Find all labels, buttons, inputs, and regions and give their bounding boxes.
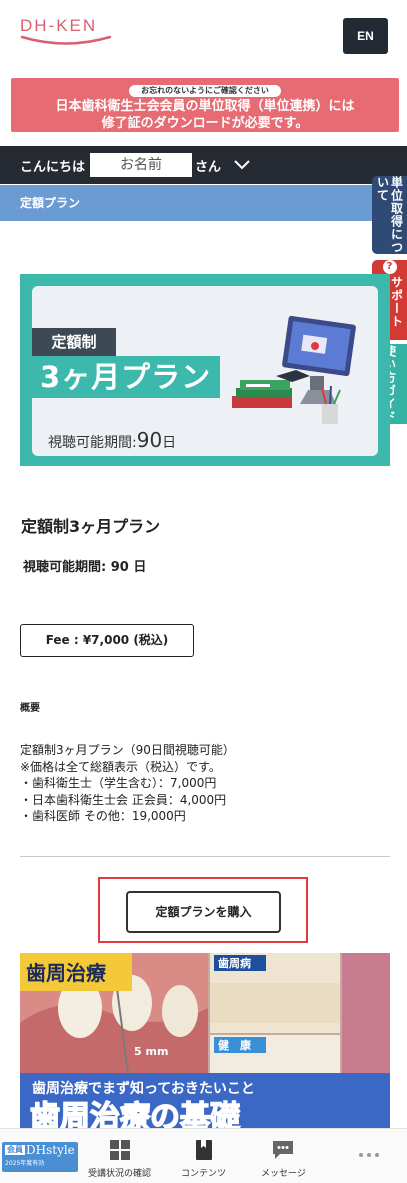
badge-note: 2025年度有効 — [5, 1160, 45, 1167]
greeting-suffix: さん — [195, 159, 222, 175]
app-header: DH-KEN EN — [0, 0, 407, 70]
dh-ken-logo[interactable]: DH-KEN — [20, 16, 120, 48]
fee-badge: Fee : ¥7,000 (税込) — [20, 624, 194, 657]
periodontal-course-promo-image[interactable]: 5 mm 歯周治療 歯周病 健 康 歯周治療でまず知っておきたいこと 歯周治療の… — [20, 953, 390, 1128]
overview-line: 定額制3ヶ月プラン（90日間視聴可能） — [20, 743, 235, 757]
grid-icon — [109, 1140, 130, 1160]
promo-subtitle: 歯周治療でまず知っておきたいこと — [32, 1080, 255, 1097]
chat-icon — [273, 1141, 294, 1159]
divider — [20, 856, 390, 857]
promo-title: 歯周治療の基礎 — [30, 1100, 240, 1128]
nav-item-label: メッセージ — [261, 1169, 306, 1179]
bottom-navigation: 会員 DHstyle 2025年度有効 受講状況の確認 コンテンツ メッセージ — [0, 1128, 407, 1183]
plan-banner-image: 定額制 3ヶ月プラン 視聴可能期間:90日 — [20, 274, 390, 466]
plan-title: 定額制3ヶ月プラン — [21, 517, 161, 536]
nav-item-messages[interactable]: メッセージ — [261, 1139, 306, 1179]
user-name-field: お名前 — [90, 153, 193, 177]
nav-item-contents[interactable]: コンテンツ — [181, 1139, 226, 1179]
notice-line-1: 日本歯科衛生士会会員の単位取得（単位連携）には — [55, 99, 355, 114]
nav-item-label: 受講状況の確認 — [88, 1169, 152, 1179]
banner-tag: 定額制 — [32, 328, 116, 356]
chevron-down-icon[interactable] — [233, 156, 251, 174]
language-toggle-button[interactable]: EN — [343, 18, 388, 54]
plan-viewing-period: 視聴可能期間: 90 日 — [23, 560, 147, 575]
promo-label-disease: 歯周病 — [218, 956, 251, 970]
badge-member-label: 会員 — [5, 1145, 25, 1155]
certificate-notice-banner[interactable]: お忘れのないようにご確認ください 日本歯科衛生士会会員の単位取得（単位連携）には… — [11, 78, 399, 132]
overview-line: ※価格は全て総額表示（税込）です。 — [20, 759, 221, 774]
notice-message: 日本歯科衛生士会会員の単位取得（単位連携）には 修了証のダウンロードが必要です。 — [11, 98, 399, 132]
overview-description: 定額制3ヶ月プラン（90日間視聴可能） ※価格は全て総額表示（税込）です。 ・歯… — [20, 742, 235, 825]
badge-name: DHstyle — [26, 1143, 75, 1157]
computer-books-illustration-icon — [232, 315, 356, 424]
banner-period-label: 視聴可能期間: — [48, 435, 137, 451]
side-tab-credit-label: 単位取得について — [375, 176, 404, 254]
promo-illustration: 5 mm 歯周治療 歯周病 健 康 歯周治療でまず知っておきたいこと 歯周治療の… — [20, 953, 390, 1128]
plan-banner-card: 定額制 3ヶ月プラン 視聴可能期間:90日 — [32, 286, 378, 456]
section-title-bar: 定額プラン — [0, 185, 407, 221]
more-icon — [359, 1153, 379, 1157]
overview-heading: 概要 — [20, 703, 40, 714]
banner-period: 視聴可能期間:90日 — [48, 428, 176, 452]
promo-label-healthy: 健 康 — [218, 1038, 252, 1052]
nav-item-more[interactable] — [357, 1151, 381, 1159]
book-icon — [195, 1140, 212, 1160]
banner-title: 3ヶ月プラン — [32, 356, 220, 398]
promo-tag: 歯周治療 — [26, 961, 106, 985]
banner-period-value: 90 — [136, 428, 163, 452]
banner-period-unit: 日 — [162, 435, 177, 451]
logo-text: DH-KEN — [20, 16, 98, 35]
user-greeting-bar[interactable]: こんにちは お名前 さん — [0, 146, 407, 184]
overview-line: ・歯科医師 その他：19,000円 — [20, 809, 186, 823]
nav-item-label: コンテンツ — [181, 1169, 227, 1179]
nav-item-progress[interactable]: 受講状況の確認 — [88, 1139, 151, 1179]
question-icon: ? — [382, 260, 397, 274]
overview-line: ・日本歯科衛生士会 正会員：4,000円 — [20, 792, 227, 807]
dhstyle-badge[interactable]: 会員 DHstyle 2025年度有効 — [2, 1142, 78, 1172]
logo-swoosh-icon — [20, 35, 112, 45]
greeting-hello: こんにちは — [20, 159, 86, 175]
purchase-plan-button[interactable]: 定額プランを購入 — [126, 891, 281, 933]
overview-line: ・歯科衛生士（学生含む）：7,000円 — [20, 776, 217, 790]
notice-line-2: 修了証のダウンロードが必要です。 — [101, 116, 309, 131]
promo-measure: 5 mm — [134, 1045, 168, 1058]
side-tab-credit-info[interactable]: 単位取得について — [372, 176, 407, 254]
notice-reminder-pill: お忘れのないようにご確認ください — [129, 85, 281, 97]
